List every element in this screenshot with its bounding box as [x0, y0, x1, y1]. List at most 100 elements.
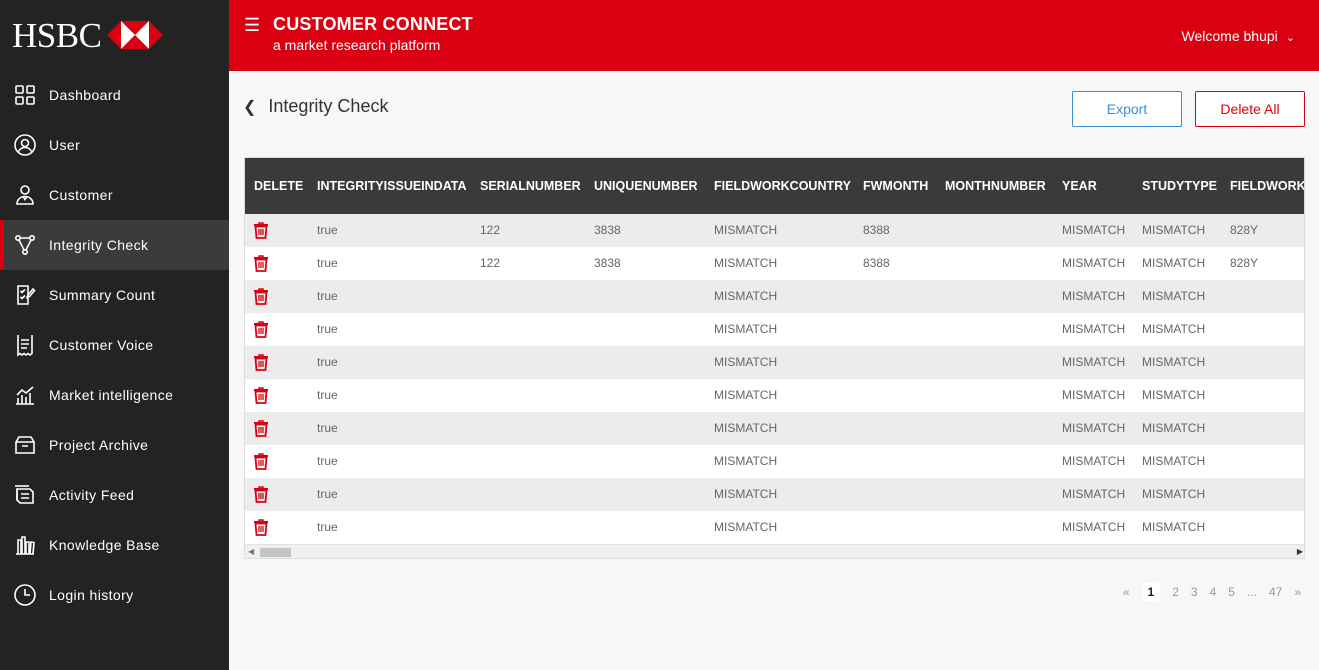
table-cell: MISMATCH	[1062, 454, 1126, 468]
table-cell: MISMATCH	[714, 223, 778, 237]
column-header-delete[interactable]: DELETE	[254, 158, 303, 214]
sidebar-item-label: Customer Voice	[49, 337, 154, 353]
chevron-down-icon: ⌄	[1285, 32, 1295, 44]
table-row: true MISMATCH MISMATCH MISMATCH	[245, 445, 1304, 478]
logo-text: HSBC	[12, 15, 102, 55]
sidebar-item-knowledge-base[interactable]: Knowledge Base	[0, 520, 229, 570]
sidebar-item-dashboard[interactable]: Dashboard	[0, 70, 229, 120]
sidebar-item-label: Dashboard	[49, 87, 122, 103]
sidebar-item-label: Summary Count	[49, 287, 156, 303]
page-button[interactable]: 2	[1172, 585, 1179, 599]
sidebar-item-integrity-check[interactable]: Integrity Check	[0, 220, 229, 270]
table-cell: MISMATCH	[1142, 454, 1206, 468]
page-button[interactable]: 4	[1210, 585, 1217, 599]
table-cell: 122	[480, 223, 501, 237]
page-button[interactable]: 1	[1141, 583, 1161, 601]
table-cell: 3838	[594, 256, 621, 270]
prev-page-button[interactable]: «	[1123, 585, 1130, 599]
scroll-left-icon[interactable]: ◀	[248, 547, 254, 556]
table-row: true MISMATCH MISMATCH MISMATCH	[245, 346, 1304, 379]
sidebar-item-customer-voice[interactable]: Customer Voice	[0, 320, 229, 370]
table-cell: MISMATCH	[1142, 223, 1206, 237]
sidebar-item-login-history[interactable]: Login history	[0, 570, 229, 620]
top-header: ☰ CUSTOMER CONNECT a market research pla…	[229, 0, 1319, 71]
table-cell: MISMATCH	[1142, 289, 1206, 303]
trash-icon[interactable]	[253, 453, 269, 470]
table-row: true MISMATCH MISMATCH MISMATCH	[245, 379, 1304, 412]
scroll-right-icon[interactable]: ▶	[1297, 547, 1303, 556]
table-cell: 828Y	[1230, 256, 1259, 270]
column-header-fwmonth[interactable]: FWMONTH	[863, 158, 928, 214]
page-button[interactable]: 3	[1191, 585, 1198, 599]
sidebar-item-label: Activity Feed	[49, 487, 135, 503]
table-cell: MISMATCH	[714, 388, 778, 402]
dashboard-grid-icon	[13, 83, 37, 107]
user-menu[interactable]: Welcome bhupi ⌄	[1182, 28, 1295, 44]
trash-icon[interactable]	[253, 222, 269, 239]
sidebar-item-label: Integrity Check	[49, 237, 149, 253]
horizontal-scrollbar[interactable]: ◀ ▶	[245, 544, 1304, 558]
table-cell: true	[317, 223, 338, 237]
column-header-integrityissueindata[interactable]: INTEGRITYISSUEINDATA	[317, 158, 467, 214]
table-cell: MISMATCH	[714, 487, 778, 501]
trash-icon[interactable]	[253, 288, 269, 305]
customer-icon	[13, 183, 37, 207]
table-cell: MISMATCH	[714, 256, 778, 270]
sidebar-item-market-intelligence[interactable]: Market intelligence	[0, 370, 229, 420]
page-button[interactable]: ...	[1247, 585, 1257, 599]
trash-icon[interactable]	[253, 354, 269, 371]
table-row: true MISMATCH MISMATCH MISMATCH	[245, 280, 1304, 313]
table-cell: MISMATCH	[1142, 487, 1206, 501]
trash-icon[interactable]	[253, 420, 269, 437]
table-cell: MISMATCH	[1142, 322, 1206, 336]
column-header-studytype[interactable]: STUDYTYPE	[1142, 158, 1217, 214]
knowledge-base-icon	[13, 533, 37, 557]
trash-icon[interactable]	[253, 255, 269, 272]
sidebar-item-project-archive[interactable]: Project Archive	[0, 420, 229, 470]
column-header-serialnumber[interactable]: SERIALNUMBER	[480, 158, 581, 214]
sidebar-item-user[interactable]: User	[0, 120, 229, 170]
table-cell: 828Y	[1230, 223, 1259, 237]
archive-box-icon	[13, 433, 37, 457]
sidebar-item-activity-feed[interactable]: Activity Feed	[0, 470, 229, 520]
table-cell: true	[317, 388, 338, 402]
trash-icon[interactable]	[253, 519, 269, 536]
sidebar-item-summary-count[interactable]: Summary Count	[0, 270, 229, 320]
column-header-uniquenumber[interactable]: UNIQUENUMBER	[594, 158, 697, 214]
table-cell: MISMATCH	[714, 454, 778, 468]
table-cell: 8388	[863, 223, 890, 237]
table-cell: MISMATCH	[1062, 421, 1126, 435]
table-cell: 8388	[863, 256, 890, 270]
column-header-monthnumber[interactable]: MONTHNUMBER	[945, 158, 1046, 214]
table-cell: MISMATCH	[1142, 421, 1206, 435]
table-cell: MISMATCH	[1142, 520, 1206, 534]
table-row: true MISMATCH MISMATCH MISMATCH	[245, 313, 1304, 346]
scrollbar-thumb[interactable]	[260, 548, 291, 557]
trash-icon[interactable]	[253, 321, 269, 338]
page-button[interactable]: 47	[1269, 585, 1282, 599]
column-header-year[interactable]: YEAR	[1062, 158, 1097, 214]
table-cell: true	[317, 421, 338, 435]
welcome-text: Welcome bhupi	[1181, 28, 1278, 44]
table-header: DELETE INTEGRITYISSUEINDATA SERIALNUMBER UN…	[245, 158, 1304, 214]
column-header-fieldwork[interactable]: FIELDWORK	[1230, 158, 1304, 214]
table-cell: MISMATCH	[1062, 520, 1126, 534]
menu-hamburger-icon[interactable]: ☰	[244, 15, 260, 36]
table-cell: MISMATCH	[1062, 487, 1126, 501]
column-header-fieldworkcountry[interactable]: FIELDWORKCOUNTRY	[714, 158, 851, 214]
clock-icon	[13, 583, 37, 607]
table-cell: MISMATCH	[1062, 289, 1126, 303]
sidebar-item-customer[interactable]: Customer	[0, 170, 229, 220]
export-button[interactable]: Export	[1072, 91, 1182, 127]
integrity-table: DELETE INTEGRITYISSUEINDATA SERIALNUMBER UN…	[244, 157, 1305, 559]
delete-all-button[interactable]: Delete All	[1195, 91, 1305, 127]
back-chevron-icon[interactable]: ❮	[243, 97, 256, 117]
table-cell: true	[317, 289, 338, 303]
hsbc-logo[interactable]: HSBC	[0, 0, 229, 70]
next-page-button[interactable]: »	[1294, 585, 1301, 599]
page-button[interactable]: 5	[1228, 585, 1235, 599]
trash-icon[interactable]	[253, 486, 269, 503]
table-cell: true	[317, 322, 338, 336]
app-subtitle: a market research platform	[273, 37, 441, 53]
trash-icon[interactable]	[253, 387, 269, 404]
